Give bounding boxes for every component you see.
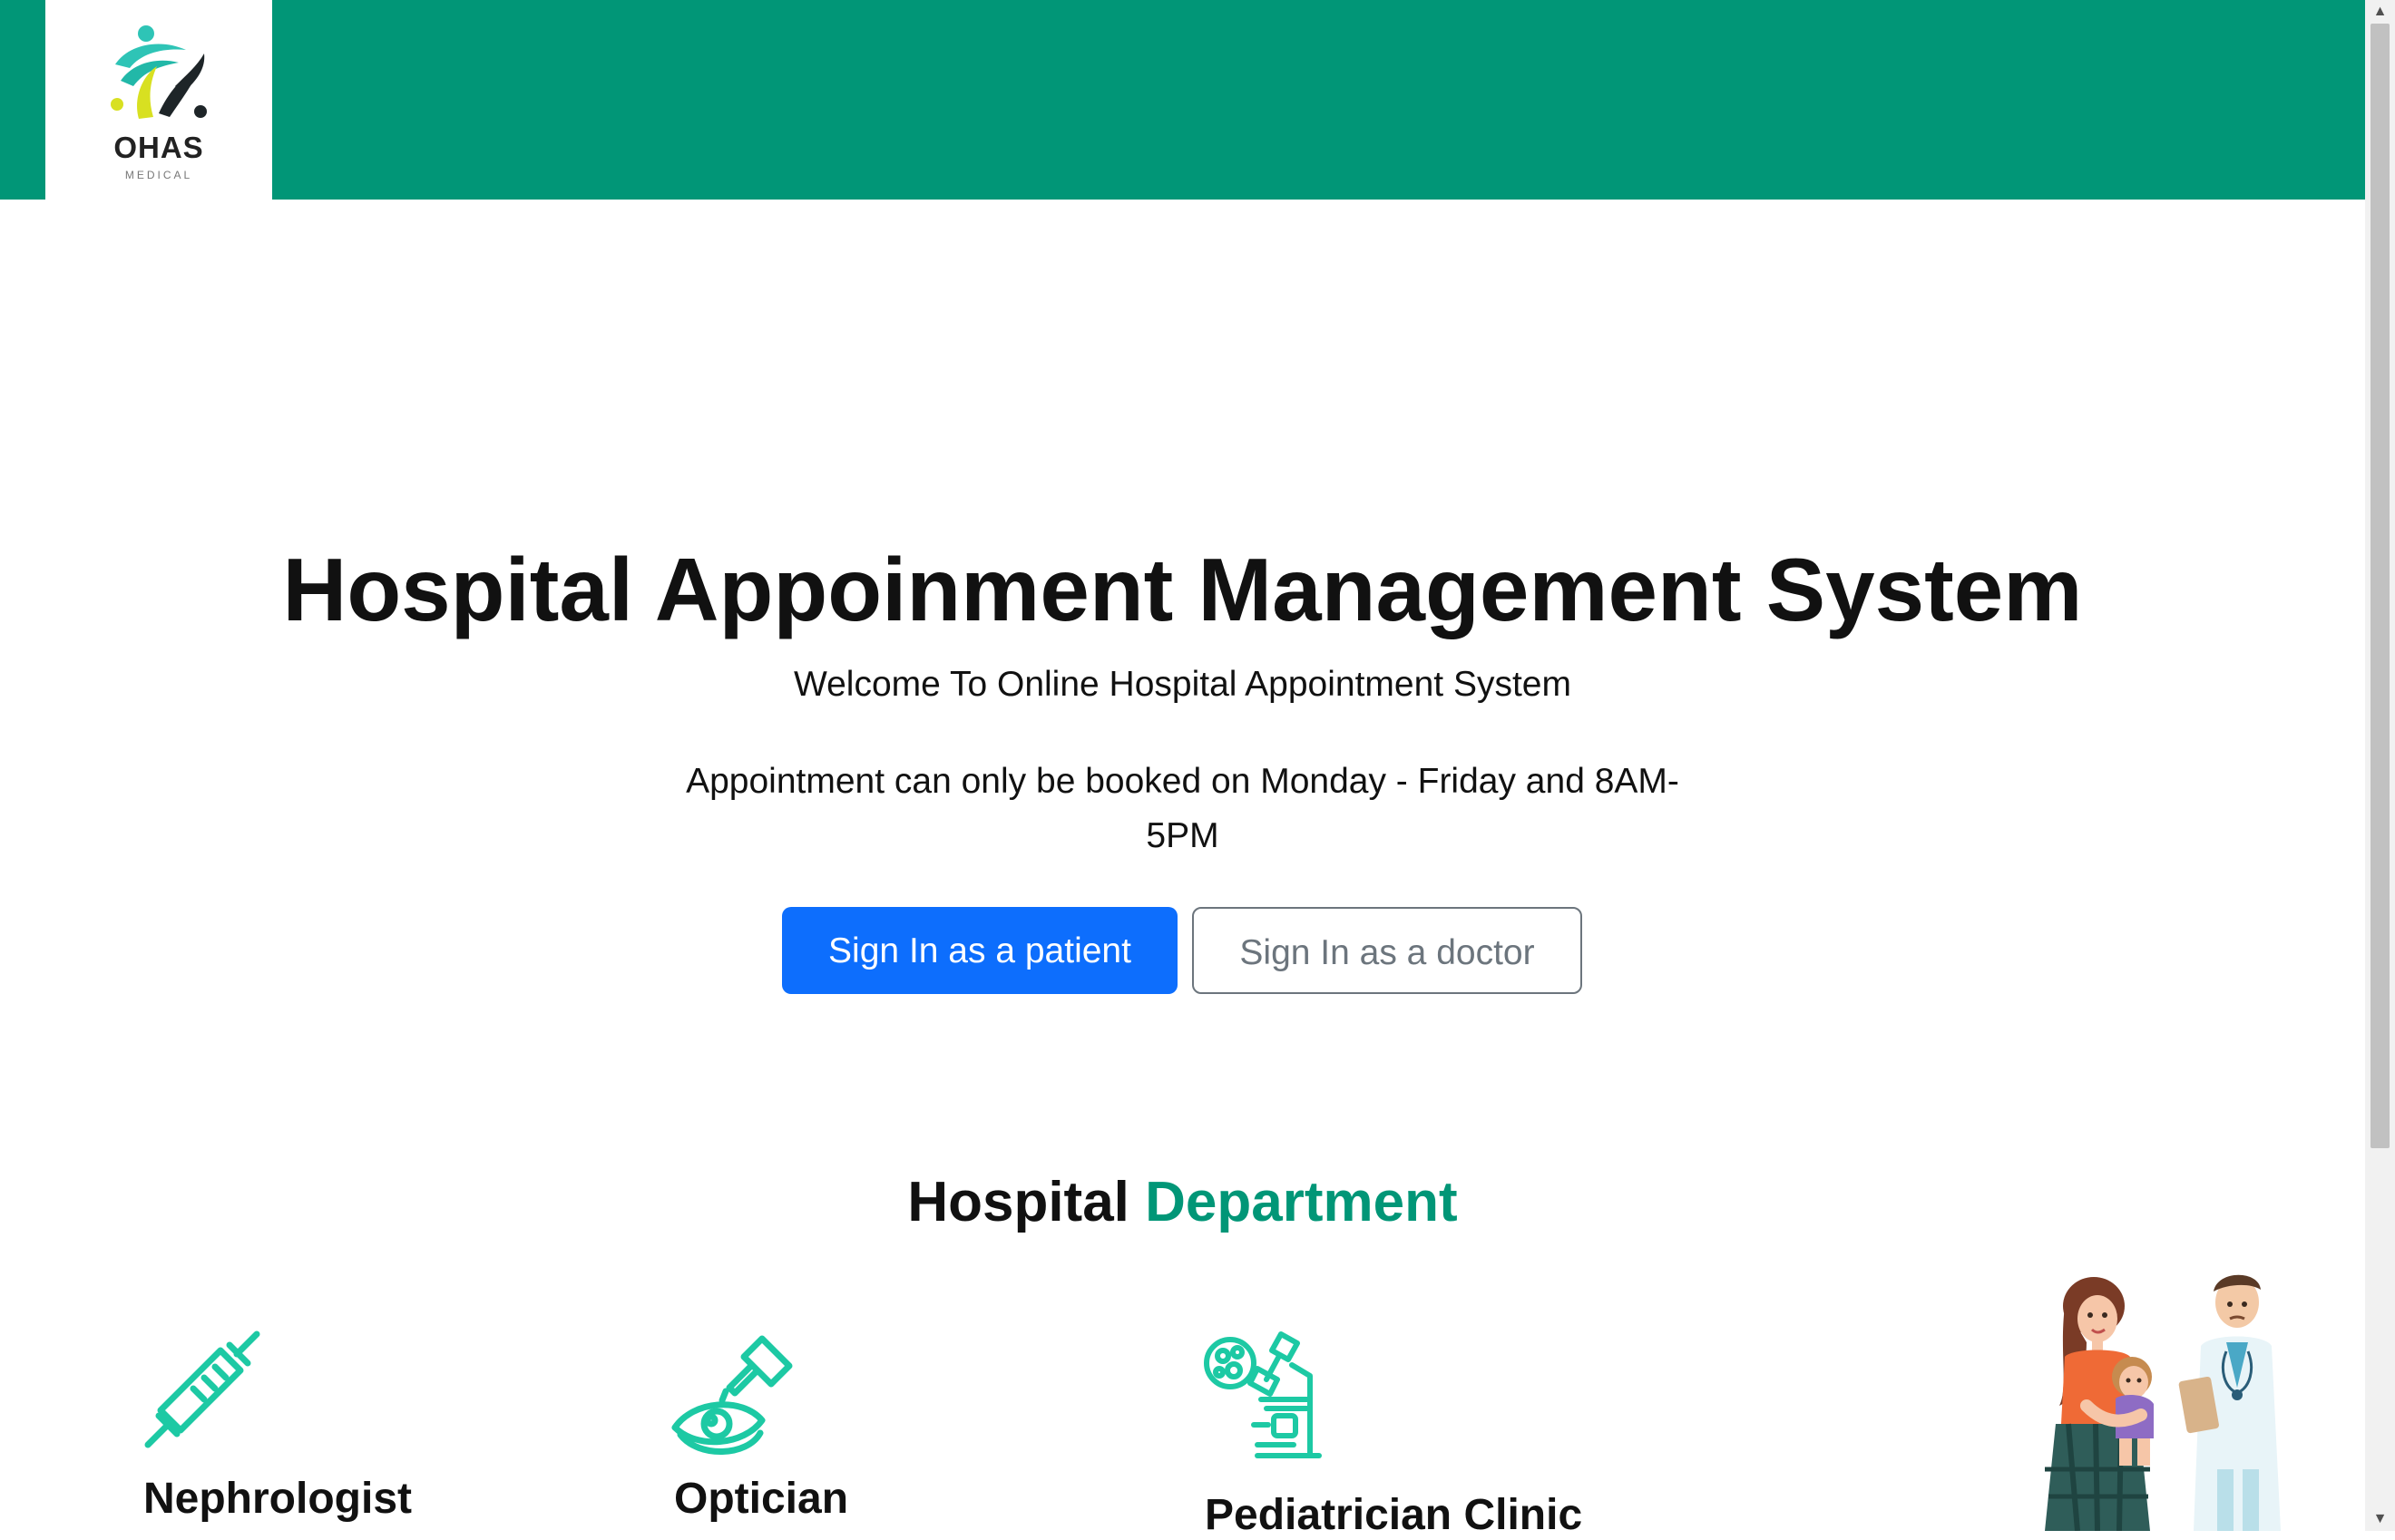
booking-hours-note: Appointment can only be booked on Monday…: [686, 762, 1679, 855]
departments-heading: Hospital Department: [0, 1170, 2365, 1235]
family-doctor-illustration: [2045, 1274, 2281, 1531]
vertical-scrollbar[interactable]: ▲ ▼: [2365, 0, 2395, 1531]
sign-in-doctor-button[interactable]: Sign In as a doctor: [1192, 907, 1582, 994]
scroll-up-arrow-icon[interactable]: ▲: [2365, 0, 2395, 24]
welcome-subtitle: Welcome To Online Hospital Appointment S…: [794, 665, 1571, 704]
logo[interactable]: OHAS MEDICAL: [45, 0, 272, 200]
department-card-nephrologist[interactable]: Nephrologist: [141, 1329, 412, 1523]
sign-in-patient-button[interactable]: Sign In as a patient: [782, 907, 1178, 994]
scroll-down-arrow-icon[interactable]: ▼: [2365, 1507, 2395, 1531]
microscope-icon: [1204, 1331, 1322, 1458]
logo-icon: [111, 25, 207, 119]
top-header-bar: OHAS MEDICAL: [0, 0, 2365, 200]
department-name: Optician: [674, 1475, 849, 1523]
syringe-icon: [144, 1330, 260, 1448]
department-name: Nephrologist: [143, 1475, 412, 1523]
department-name: Pediatrician Clinic: [1205, 1491, 1583, 1539]
page-title: Hospital Appoinment Management System: [282, 540, 2083, 639]
departments-heading-plain: Hospital: [907, 1171, 1129, 1233]
eye-drops-icon: [671, 1335, 793, 1455]
scrollbar-thumb[interactable]: [2371, 24, 2390, 1148]
logo-text: OHAS: [113, 131, 204, 164]
logo-subtext: MEDICAL: [124, 169, 193, 181]
department-card-optician[interactable]: Optician: [671, 1333, 848, 1523]
department-card-pediatrician[interactable]: Pediatrician Clinic: [1203, 1329, 1582, 1539]
departments-heading-accent: Department: [1145, 1171, 1458, 1233]
